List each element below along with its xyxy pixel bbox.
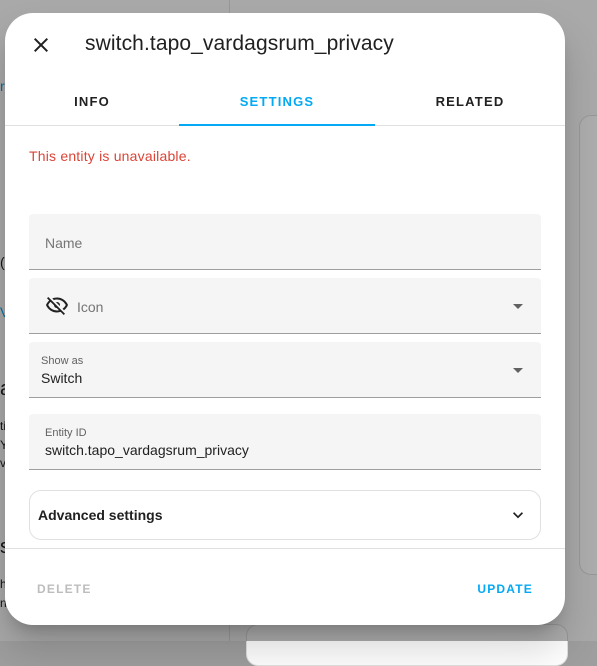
close-icon	[34, 38, 48, 52]
dropdown-arrow-icon	[513, 368, 523, 373]
advanced-settings-expander[interactable]: Advanced settings	[29, 490, 541, 540]
dropdown-arrow-icon	[513, 304, 523, 309]
delete-button[interactable]: DELETE	[37, 582, 92, 596]
show-as-select[interactable]: Show as Switch	[29, 342, 541, 398]
dialog-header: switch.tapo_vardagsrum_privacy	[5, 13, 565, 77]
entity-id-label: Entity ID	[45, 427, 87, 439]
tab-label: RELATED	[435, 93, 505, 109]
settings-content: This entity is unavailable. Name Icon Sh…	[5, 126, 565, 549]
eye-off-icon	[46, 297, 68, 315]
name-placeholder: Name	[45, 235, 83, 251]
name-field[interactable]: Name	[29, 214, 541, 270]
tab-related[interactable]: RELATED	[375, 77, 565, 125]
advanced-settings-label: Advanced settings	[38, 507, 163, 523]
icon-picker[interactable]: Icon	[29, 278, 541, 334]
error-message: This entity is unavailable.	[29, 148, 191, 164]
entity-id-field[interactable]: Entity ID switch.tapo_vardagsrum_privacy	[29, 414, 541, 470]
chevron-down-icon	[513, 512, 523, 519]
update-button[interactable]: UPDATE	[477, 582, 533, 596]
icon-placeholder: Icon	[77, 299, 104, 315]
dialog-footer: DELETE UPDATE	[5, 548, 565, 625]
tab-info[interactable]: INFO	[5, 77, 179, 125]
show-as-label: Show as	[41, 355, 84, 367]
dialog-title: switch.tapo_vardagsrum_privacy	[85, 32, 394, 55]
tab-label: SETTINGS	[239, 93, 315, 109]
tab-settings[interactable]: SETTINGS	[179, 77, 375, 126]
entity-id-value: switch.tapo_vardagsrum_privacy	[45, 442, 249, 458]
tab-bar: INFO SETTINGS RELATED	[5, 77, 565, 126]
entity-settings-dialog: switch.tapo_vardagsrum_privacy INFO SETT…	[5, 13, 565, 625]
close-button[interactable]	[21, 25, 61, 65]
show-as-value: Switch	[41, 370, 83, 386]
tab-label: INFO	[74, 93, 110, 109]
